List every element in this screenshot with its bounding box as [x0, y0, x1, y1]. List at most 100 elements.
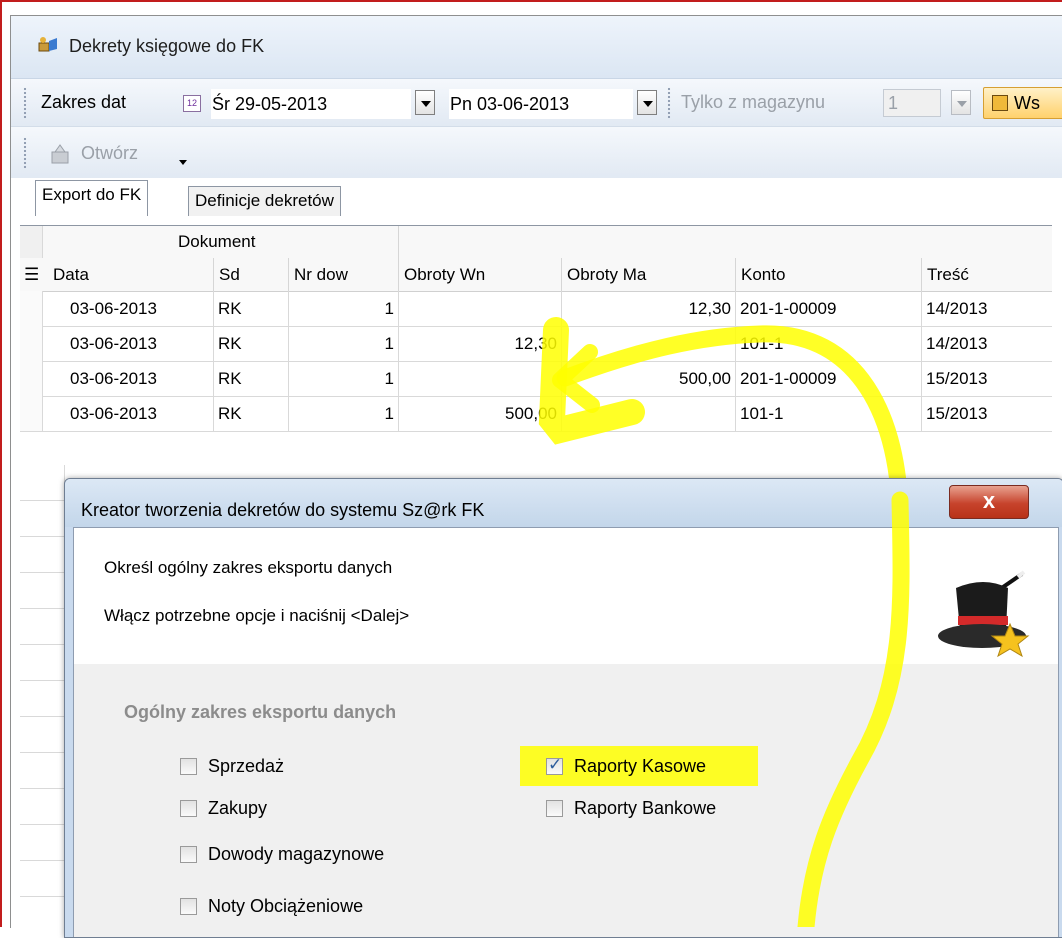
grid-row-selectors: [20, 465, 65, 927]
grid-group-header: Dokument: [20, 226, 1052, 259]
cell-obroty-ma[interactable]: 12,30: [561, 291, 735, 326]
column-header-tresc[interactable]: Treść: [921, 258, 1052, 291]
wizard-dialog: Kreator tworzenia dekretów do systemu Sz…: [64, 478, 1062, 938]
warehouses-button-label: Ws: [1014, 93, 1040, 113]
table-row[interactable]: 03-06-2013 RK 1 12,30 101-1 14/2013: [20, 326, 1052, 362]
cell-konto[interactable]: 101-1: [735, 396, 921, 431]
cell-nr-dow[interactable]: 1: [288, 361, 398, 396]
checkbox-box-checked[interactable]: [546, 755, 563, 775]
calendar-icon[interactable]: 12: [183, 95, 201, 112]
cell-data[interactable]: 03-06-2013: [48, 396, 213, 431]
warehouse-field[interactable]: 1: [883, 89, 941, 117]
app-icon: [38, 37, 57, 52]
row-selector[interactable]: [20, 361, 43, 396]
date-to-dropdown-button[interactable]: [637, 90, 657, 115]
close-icon: x: [982, 488, 996, 513]
warehouse-label: Tylko z magazynu: [681, 92, 826, 112]
checkbox-box[interactable]: [546, 800, 563, 817]
cell-sd[interactable]: RK: [213, 361, 288, 396]
checkbox-zakupy[interactable]: Zakupy: [180, 798, 267, 819]
checkbox-dowody-magazynowe[interactable]: Dowody magazynowe: [180, 844, 384, 865]
date-from-dropdown-button[interactable]: [415, 90, 435, 115]
cell-sd[interactable]: RK: [213, 396, 288, 431]
cell-konto[interactable]: 201-1-00009: [735, 361, 921, 396]
group-divider: [398, 226, 399, 258]
wizard-instruction-2: Włącz potrzebne opcje i naciśnij <Dalej>: [104, 606, 410, 625]
row-selector[interactable]: [20, 396, 43, 431]
column-header-obroty-ma[interactable]: Obroty Ma: [561, 258, 735, 291]
grid-column-header: ☰ Data Sd Nr dow Obroty Wn Obroty Ma Kon…: [20, 258, 1052, 292]
warehouse-dropdown-button[interactable]: [951, 90, 971, 115]
column-header-sd[interactable]: Sd: [213, 258, 288, 291]
magic-hat-icon: [938, 570, 1030, 658]
column-header-obroty-wn[interactable]: Obroty Wn: [398, 258, 561, 291]
close-button[interactable]: x: [949, 485, 1029, 519]
cell-obroty-ma[interactable]: 500,00: [561, 361, 735, 396]
open-icon: [51, 144, 69, 164]
cell-nr-dow[interactable]: 1: [288, 396, 398, 431]
tab-export[interactable]: Export do FK: [35, 180, 149, 216]
checkbox-box[interactable]: [180, 898, 197, 915]
date-from-field[interactable]: Śr 29-05-2013: [211, 89, 411, 119]
cell-tresc[interactable]: 14/2013: [921, 291, 1052, 326]
cell-obroty-ma[interactable]: [561, 396, 735, 431]
checkbox-box[interactable]: [180, 758, 197, 775]
checkbox-raporty-bankowe[interactable]: Raporty Bankowe: [546, 798, 716, 819]
cell-data[interactable]: 03-06-2013: [48, 361, 213, 396]
checkbox-noty-obciazeniowe[interactable]: Noty Obciążeniowe: [180, 896, 363, 917]
cell-tresc[interactable]: 14/2013: [921, 326, 1052, 361]
cell-obroty-ma[interactable]: [561, 326, 735, 361]
toolbar-grip[interactable]: [23, 87, 27, 119]
open-button[interactable]: Otwórz: [81, 143, 138, 164]
cell-obroty-wn[interactable]: 500,00: [398, 396, 561, 431]
toolbar-separator: [667, 87, 671, 119]
cell-tresc[interactable]: 15/2013: [921, 361, 1052, 396]
grid-corner: [20, 226, 43, 258]
checkbox-box[interactable]: [180, 800, 197, 817]
cell-data[interactable]: 03-06-2013: [48, 291, 213, 326]
dialog-titlebar: Kreator tworzenia dekretów do systemu Sz…: [65, 479, 1062, 527]
checkbox-raporty-kasowe[interactable]: Raporty Kasowe: [546, 755, 706, 777]
tab-definitions[interactable]: Definicje dekretów: [188, 186, 341, 216]
checkbox-box[interactable]: [180, 846, 197, 863]
row-selector[interactable]: [20, 291, 43, 326]
date-toolbar: Zakres dat 12 Śr 29-05-2013 Pn 03-06-201…: [11, 78, 1062, 127]
cell-nr-dow[interactable]: 1: [288, 326, 398, 361]
wizard-instruction-1: Określ ogólny zakres eksportu danych: [104, 558, 393, 577]
column-header-konto[interactable]: Konto: [735, 258, 921, 291]
open-dropdown-arrow-icon[interactable]: [179, 160, 187, 165]
cell-konto[interactable]: 101-1: [735, 326, 921, 361]
wizard-body: Ogólny zakres eksportu danych Sprzedaż Z…: [74, 664, 1058, 937]
table-row[interactable]: 03-06-2013 RK 1 12,30 201-1-00009 14/2013: [20, 291, 1052, 327]
window-title: Dekrety księgowe do FK: [69, 36, 265, 56]
export-scope-group-label: Ogólny zakres eksportu danych: [124, 702, 397, 722]
checkbox-label: Dowody magazynowe: [208, 844, 385, 864]
date-range-label: Zakres dat: [41, 92, 127, 112]
checkbox-label: Noty Obciążeniowe: [208, 896, 364, 916]
date-to-field[interactable]: Pn 03-06-2013: [449, 89, 633, 119]
checkbox-label: Raporty Bankowe: [574, 798, 717, 818]
checkbox-sprzedaz[interactable]: Sprzedaż: [180, 756, 284, 777]
action-toolbar: Otwórz: [11, 126, 1062, 179]
cell-sd[interactable]: RK: [213, 326, 288, 361]
window-titlebar: Dekrety księgowe do FK: [11, 16, 1062, 78]
toolbar-grip-2[interactable]: [23, 137, 27, 169]
row-selector[interactable]: [20, 326, 43, 361]
column-header-nr-dow[interactable]: Nr dow: [288, 258, 398, 291]
table-row[interactable]: 03-06-2013 RK 1 500,00 101-1 15/2013: [20, 396, 1052, 432]
cell-obroty-wn[interactable]: [398, 291, 561, 326]
table-row[interactable]: 03-06-2013 RK 1 500,00 201-1-00009 15/2013: [20, 361, 1052, 397]
cell-obroty-wn[interactable]: 12,30: [398, 326, 561, 361]
checkbox-label: Zakupy: [208, 798, 268, 818]
dialog-content: Określ ogólny zakres eksportu danych Włą…: [73, 527, 1059, 937]
cell-tresc[interactable]: 15/2013: [921, 396, 1052, 431]
cell-obroty-wn[interactable]: [398, 361, 561, 396]
cell-sd[interactable]: RK: [213, 291, 288, 326]
cell-konto[interactable]: 201-1-00009: [735, 291, 921, 326]
cell-nr-dow[interactable]: 1: [288, 291, 398, 326]
cell-data[interactable]: 03-06-2013: [48, 326, 213, 361]
warehouses-button[interactable]: Ws: [983, 87, 1062, 119]
tab-strip: Export do FK Definicje dekretów: [11, 178, 1062, 216]
group-header-document: Dokument: [178, 232, 256, 251]
column-header-data[interactable]: Data: [48, 258, 213, 291]
